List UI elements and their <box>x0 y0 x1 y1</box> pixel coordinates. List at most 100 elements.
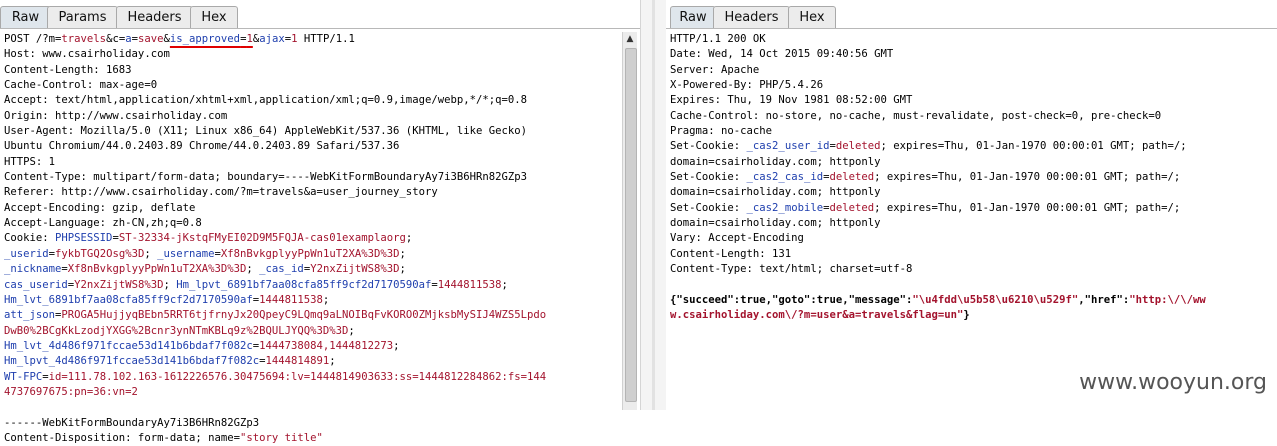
text-segment: DwB0%2BCgKkLzodjYXGG%2Bcnr3ynNTmKBLq9z%2… <box>4 324 349 337</box>
text-segment: is_approved <box>169 33 241 45</box>
text-segment: Set-Cookie: <box>670 201 747 214</box>
text-line: WT-FPC=id=111.78.102.163-1612226576.3047… <box>4 370 546 385</box>
text-line <box>4 400 546 415</box>
text-segment: Vary: Accept-Encoding <box>670 232 804 245</box>
text-segment: Hm_lvt_4d486f971fccae53d141b6bdaf7f082c <box>4 339 253 352</box>
text-line: Content-Disposition: form-data; name="st… <box>4 431 546 446</box>
text-segment: ; <box>322 293 330 306</box>
text-line: Accept-Encoding: gzip, deflate <box>4 201 546 216</box>
text-line: ------WebKitFormBoundaryAy7i3B6HRn82GZp3 <box>4 416 546 431</box>
text-segment: _cas2_user_id <box>746 140 830 153</box>
text-segment: Hm_lpvt_6891bf7aa08cfa85ff9cf2d7170590af <box>176 278 432 291</box>
text-line: Content-Length: 131 <box>670 247 1206 262</box>
text-segment: ; expires=Thu, 01-Jan-1970 00:00:01 GMT;… <box>880 140 1187 153</box>
text-segment: w.csairholiday.com\/?m=user&a=travels&fl… <box>670 309 964 322</box>
response-tab-divider <box>666 28 1277 29</box>
text-line: Expires: Thu, 19 Nov 1981 08:52:00 GMT <box>670 93 1206 108</box>
text-line: w.csairholiday.com\/?m=user&a=travels&fl… <box>670 308 1206 323</box>
text-line: Hm_lvt_4d486f971fccae53d141b6bdaf7f082c=… <box>4 339 546 354</box>
text-segment: &c= <box>106 33 126 45</box>
text-segment: Content-Length: 1683 <box>4 63 132 76</box>
text-segment: Content-Disposition: form-data; name= <box>4 431 240 444</box>
text-segment: _cas2_mobile <box>746 201 824 214</box>
request-tab-hex[interactable]: Hex <box>190 6 238 28</box>
text-segment: Origin: http://www.csairholiday.com <box>4 109 228 122</box>
text-segment: Accept-Encoding: gzip, deflate <box>4 201 196 214</box>
text-segment: 1444738084,1444812273 <box>259 339 394 352</box>
text-segment: Accept-Language: zh-CN,zh;q=0.8 <box>4 217 202 230</box>
text-segment: Hm_lvt_6891bf7aa08cfa85ff9cf2d7170590af <box>4 293 253 306</box>
text-segment: domain=csairholiday.com; httponly <box>670 217 881 230</box>
request-scrollbar[interactable]: ▲ <box>622 32 637 410</box>
text-segment: ; <box>329 355 336 368</box>
text-line: domain=csairholiday.com; httponly <box>670 155 1206 170</box>
text-segment: _username <box>157 247 215 260</box>
text-segment: Content-Type: text/html; charset=utf-8 <box>670 263 913 276</box>
request-tab-raw[interactable]: Raw <box>0 6 51 28</box>
text-line: Date: Wed, 14 Oct 2015 09:40:56 GMT <box>670 47 1206 62</box>
text-segment: ajax <box>259 33 285 45</box>
text-segment: ; <box>246 263 260 276</box>
text-line: Content-Length: 1683 <box>4 63 546 78</box>
text-segment: Y2nxZijtWS8%3D <box>74 278 164 291</box>
request-tab-params[interactable]: Params <box>47 6 118 28</box>
text-segment: 1444814891 <box>265 355 330 368</box>
text-line: Pragma: no-cache <box>670 124 1206 139</box>
text-segment: 4737697675:pn=36:vn=2 <box>4 385 138 398</box>
text-segment: Ubuntu Chromium/44.0.2403.89 Chrome/44.0… <box>4 140 400 153</box>
request-tab-headers[interactable]: Headers <box>116 6 193 28</box>
text-line: Server: Apache <box>670 63 1206 78</box>
split-pane-divider[interactable] <box>640 0 668 410</box>
request-text-area[interactable]: POST /?m=travels&c=a=save&is_approved=1&… <box>4 32 546 446</box>
text-segment: 1444811538 <box>259 293 323 306</box>
text-line: Host: www.csairholiday.com <box>4 47 546 62</box>
response-text-area[interactable]: HTTP/1.1 200 OK Date: Wed, 14 Oct 2015 09… <box>670 32 1206 324</box>
text-segment: deleted <box>829 171 875 184</box>
response-tab-headers[interactable]: Headers <box>713 6 790 28</box>
text-segment: fykbTGQ2Osg%3D <box>55 247 145 260</box>
text-line: Set-Cookie: _cas2_cas_id=deleted; expire… <box>670 170 1206 185</box>
text-line: Set-Cookie: _cas2_user_id=deleted; expir… <box>670 139 1206 154</box>
text-line: X-Powered-By: PHP/5.4.26 <box>670 78 1206 93</box>
text-line: Accept: text/html,application/xhtml+xml,… <box>4 93 546 108</box>
text-segment: Xf8nBvkgplyyPpWn1uT2XA%3D%3D <box>67 263 247 276</box>
text-line: Origin: http://www.csairholiday.com <box>4 109 546 124</box>
text-segment: {"succeed":true,"goto":true,"message": <box>670 293 913 306</box>
text-segment: PROGA5HujjyqBEbn5RRT6tjfrnyJx20QpeyC9LQm… <box>61 309 547 322</box>
text-segment: X-Powered-By: PHP/5.4.26 <box>670 79 824 92</box>
text-segment: ; <box>163 278 177 291</box>
text-segment: WT-FPC <box>4 370 43 383</box>
text-line: att_json=PROGA5HujjyqBEbn5RRT6tjfrnyJx20… <box>4 308 546 323</box>
response-pane: Raw Headers Hex HTTP/1.1 200 OK Date: Wed… <box>666 0 1277 410</box>
text-segment: travels <box>61 33 107 45</box>
text-line: Vary: Accept-Encoding <box>670 231 1206 246</box>
text-segment: Set-Cookie: <box>670 171 747 184</box>
response-tab-hex[interactable]: Hex <box>788 6 836 28</box>
text-segment: Server: Apache <box>670 63 760 76</box>
text-segment: "story title" <box>240 431 323 444</box>
text-line: Cache-Control: max-age=0 <box>4 78 546 93</box>
text-line: HTTP/1.1 200 OK <box>670 32 1206 47</box>
text-line: Set-Cookie: _cas2_mobile=deleted; expire… <box>670 201 1206 216</box>
text-segment: Cache-Control: no-store, no-cache, must-… <box>670 109 1162 122</box>
response-tab-raw[interactable]: Raw <box>670 6 716 28</box>
text-segment: Cache-Control: max-age=0 <box>4 79 158 92</box>
scroll-up-arrow-icon[interactable]: ▲ <box>623 32 637 46</box>
text-line: Accept-Language: zh-CN,zh;q=0.8 <box>4 216 546 231</box>
text-line: Ubuntu Chromium/44.0.2403.89 Chrome/44.0… <box>4 139 546 154</box>
text-segment: User-Agent: Mozilla/5.0 (X11; Linux x86_… <box>4 125 527 138</box>
text-line: Hm_lvt_6891bf7aa08cfa85ff9cf2d7170590af=… <box>4 293 546 308</box>
text-line: 4737697675:pn=36:vn=2 <box>4 385 546 400</box>
request-scroll-thumb[interactable] <box>625 48 637 402</box>
text-line: HTTPS: 1 <box>4 155 546 170</box>
text-segment: cas_userid <box>4 278 68 291</box>
text-segment: Content-Type: multipart/form-data; bound… <box>4 171 527 184</box>
text-segment: _cas_id <box>259 263 304 276</box>
text-segment: HTTP/1.1 200 OK <box>670 33 766 45</box>
text-segment: ; <box>144 247 158 260</box>
text-segment: HTTP/1.1 <box>297 33 355 45</box>
text-segment: "http:\/\/ww <box>1129 293 1206 306</box>
request-tab-divider <box>0 28 640 29</box>
text-line: Content-Type: text/html; charset=utf-8 <box>670 262 1206 277</box>
text-segment: Pragma: no-cache <box>670 125 773 138</box>
